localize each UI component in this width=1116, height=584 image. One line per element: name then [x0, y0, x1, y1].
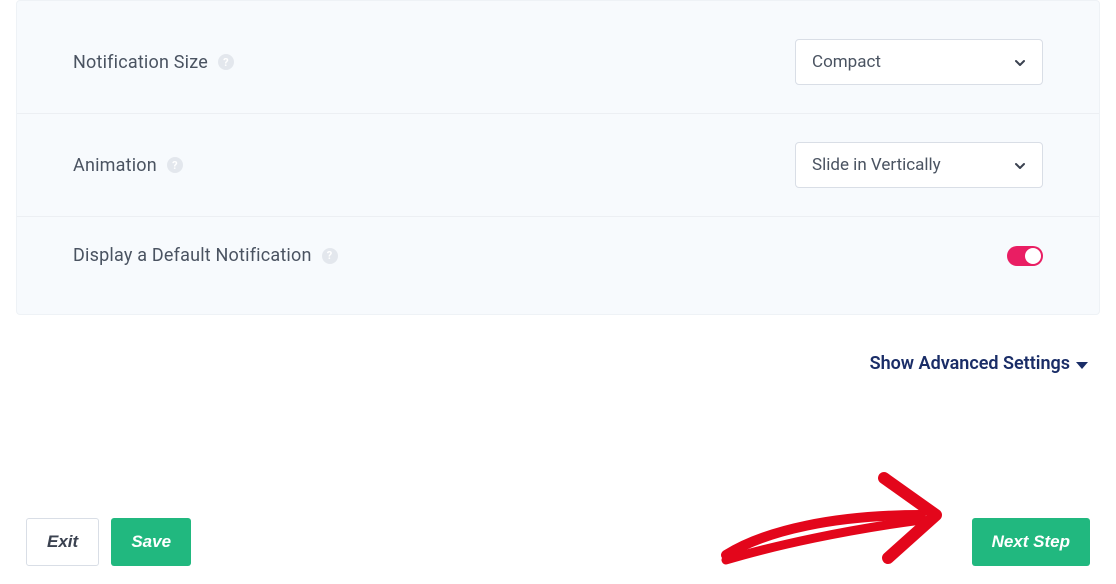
caret-down-icon	[1076, 362, 1088, 369]
default-notification-label-wrap: Display a Default Notification ?	[73, 245, 338, 266]
save-button[interactable]: Save	[111, 518, 191, 566]
default-notification-label: Display a Default Notification	[73, 245, 312, 266]
default-notification-toggle[interactable]	[1007, 246, 1043, 266]
notification-size-value: Compact	[812, 52, 881, 72]
show-advanced-settings-link[interactable]: Show Advanced Settings	[0, 315, 1116, 374]
footer-left: Exit Save	[26, 518, 191, 566]
notification-size-select[interactable]: Compact	[795, 39, 1043, 85]
footer: Exit Save Next Step	[0, 518, 1116, 566]
next-step-button[interactable]: Next Step	[972, 518, 1090, 566]
animation-row: Animation ? Slide in Vertically	[17, 114, 1099, 217]
notification-size-row: Notification Size ? Compact	[17, 11, 1099, 114]
default-notification-row: Display a Default Notification ?	[17, 217, 1099, 294]
help-icon[interactable]: ?	[322, 248, 338, 264]
chevron-down-icon	[1012, 158, 1026, 172]
animation-label-wrap: Animation ?	[73, 155, 183, 176]
exit-button[interactable]: Exit	[26, 518, 99, 566]
help-icon[interactable]: ?	[167, 157, 183, 173]
settings-panel: Notification Size ? Compact Animation ? …	[16, 0, 1100, 315]
help-icon[interactable]: ?	[218, 54, 234, 70]
notification-size-label-wrap: Notification Size ?	[73, 52, 234, 73]
chevron-down-icon	[1012, 55, 1026, 69]
animation-value: Slide in Vertically	[812, 155, 941, 175]
animation-label: Animation	[73, 155, 157, 176]
animation-select[interactable]: Slide in Vertically	[795, 142, 1043, 188]
notification-size-label: Notification Size	[73, 52, 208, 73]
advanced-settings-label: Show Advanced Settings	[870, 353, 1070, 374]
